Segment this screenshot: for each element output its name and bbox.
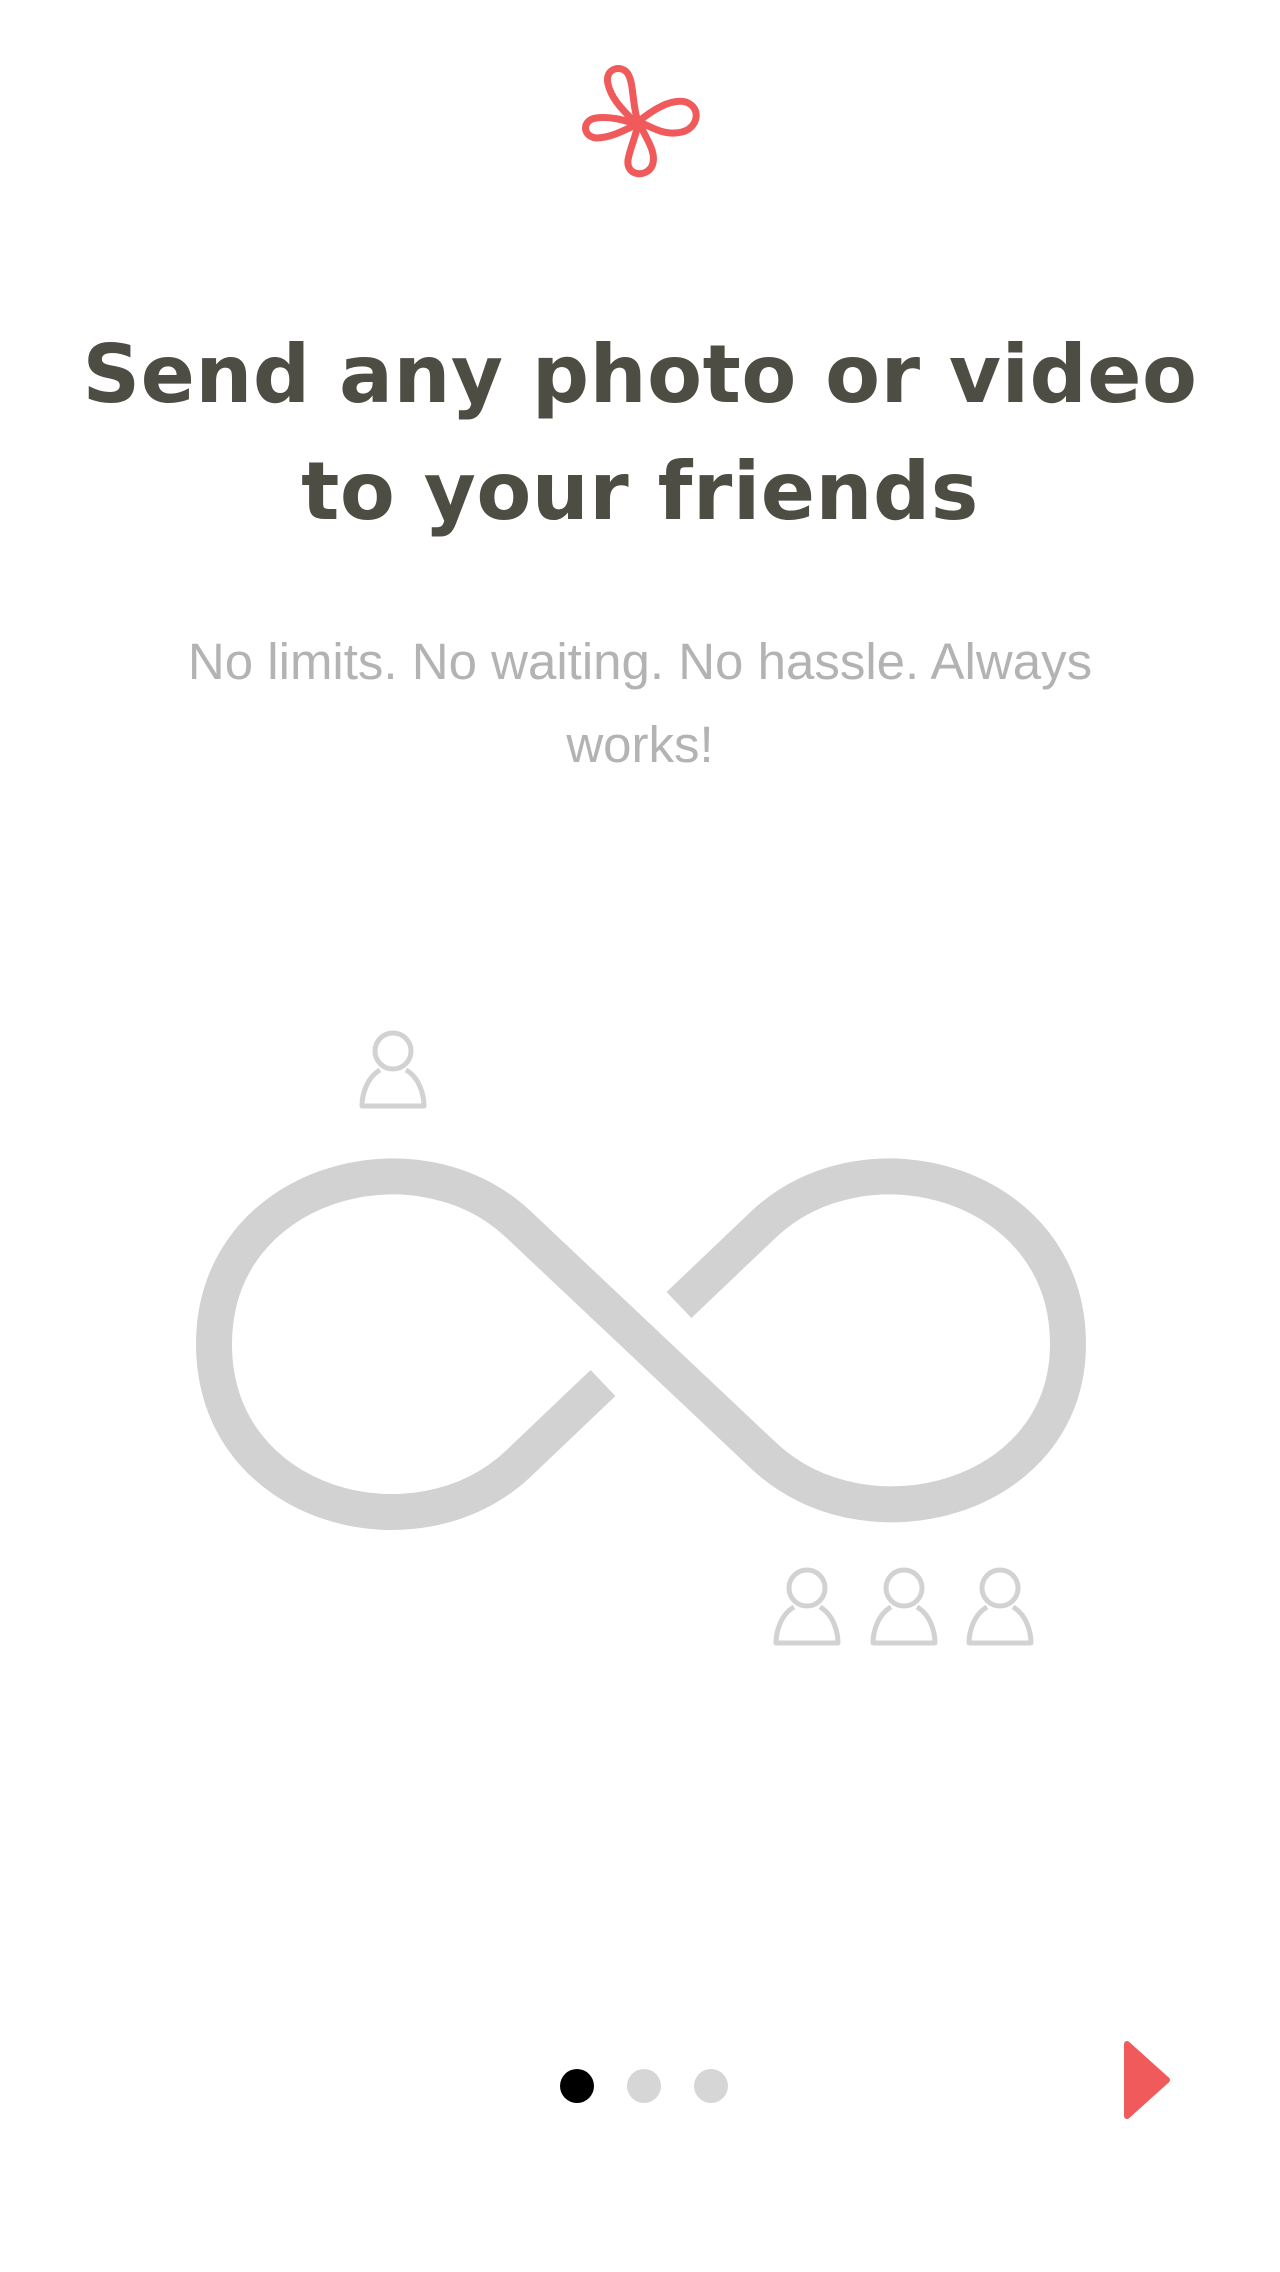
page-dot-1[interactable] — [560, 2069, 594, 2103]
infinity-illustration — [196, 1030, 1086, 1646]
person-icon — [359, 1030, 427, 1109]
person-icon — [870, 1567, 938, 1646]
infinity-icon — [196, 1158, 1086, 1530]
next-button[interactable] — [1120, 2040, 1176, 2120]
headline: Send any photo or video to your friends — [82, 328, 1198, 538]
clover-knot-icon — [582, 65, 700, 178]
page-dot-3[interactable] — [694, 2069, 728, 2103]
page-indicator — [560, 2068, 728, 2104]
page-dot-2[interactable] — [627, 2069, 661, 2103]
person-icon — [773, 1567, 841, 1646]
subtitle: No limits. No waiting. No hassle. Always… — [187, 633, 1093, 773]
person-icon — [966, 1567, 1034, 1646]
play-arrow-icon — [1124, 2041, 1170, 2119]
